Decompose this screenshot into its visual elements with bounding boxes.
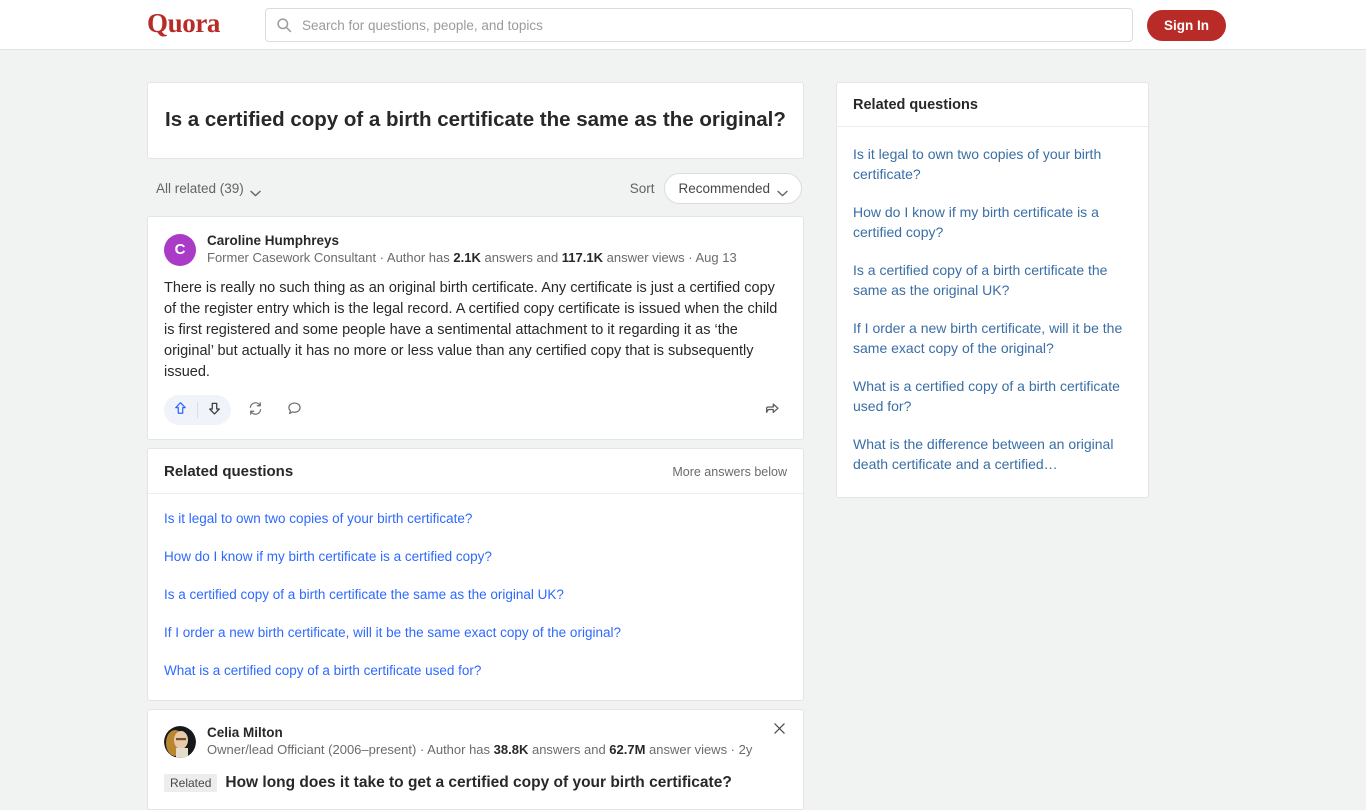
answer-action-bar — [164, 395, 787, 431]
author-credential: Former Casework Consultant · Author has … — [207, 250, 737, 265]
page-title: Is a certified copy of a birth certifica… — [165, 108, 786, 131]
sort-dropdown[interactable]: Recommended — [664, 173, 802, 204]
related-question-link[interactable]: Is it legal to own two copies of your bi… — [164, 500, 787, 538]
sort-group: Sort Recommended — [630, 173, 802, 204]
related-answer-question[interactable]: How long does it take to get a certified… — [225, 772, 731, 793]
sidebar-question-link[interactable]: What is a certified copy of a birth cert… — [853, 367, 1132, 425]
author-info: Celia Milton Owner/lead Officiant (2006–… — [207, 724, 752, 759]
downvote-button[interactable] — [198, 395, 231, 425]
sidebar-related-questions-card: Related questions Is it legal to own two… — [836, 82, 1149, 498]
chevron-down-icon — [250, 185, 261, 197]
related-question-link[interactable]: Is a certified copy of a birth certifica… — [164, 576, 787, 614]
search-icon — [276, 17, 292, 33]
comment-button[interactable] — [279, 395, 309, 425]
avatar[interactable]: C — [164, 233, 196, 266]
sidebar-question-link[interactable]: Is a certified copy of a birth certifica… — [853, 251, 1132, 309]
upvote-button[interactable] — [164, 395, 197, 425]
sidebar-question-link[interactable]: What is the difference between an origin… — [853, 425, 1132, 483]
avatar[interactable] — [164, 725, 196, 758]
sidebar-title: Related questions — [837, 83, 1148, 127]
search-input[interactable] — [300, 16, 1122, 34]
answer-text: There is really no such thing as an orig… — [164, 280, 778, 380]
question-card: Is a certified copy of a birth certifica… — [147, 82, 804, 159]
downvote-icon — [206, 400, 223, 420]
related-question-link[interactable]: What is a certified copy of a birth cert… — [164, 652, 787, 690]
search-bar[interactable] — [265, 8, 1133, 42]
upvote-icon — [172, 400, 189, 420]
answer-author[interactable]: C Caroline Humphreys Former Casework Con… — [164, 232, 787, 267]
sidebar-question-link[interactable]: Is it legal to own two copies of your bi… — [853, 135, 1132, 193]
all-related-filter[interactable]: All related (39) — [156, 181, 261, 197]
related-answer-author[interactable]: Celia Milton Owner/lead Officiant (2006–… — [164, 724, 787, 759]
share-button[interactable] — [757, 395, 787, 425]
vote-pill — [164, 395, 231, 425]
sidebar-question-link[interactable]: If I order a new birth certificate, will… — [853, 309, 1132, 367]
main-column: Is a certified copy of a birth certifica… — [147, 82, 804, 810]
sort-label: Sort — [629, 181, 655, 196]
page-body: Is a certified copy of a birth certifica… — [0, 50, 1366, 810]
comment-icon — [286, 400, 303, 420]
related-questions-title: Related questions — [164, 463, 294, 480]
author-name[interactable]: Celia Milton — [207, 724, 752, 741]
more-answers-below-label[interactable]: More answers below — [672, 465, 787, 479]
related-answer-card: Celia Milton Owner/lead Officiant (2006–… — [147, 709, 804, 810]
share-icon — [763, 400, 781, 421]
related-badge: Related — [164, 774, 218, 792]
sort-value: Recommended — [678, 181, 770, 196]
action-buttons-left — [164, 395, 309, 425]
quora-logo[interactable]: Quora — [147, 8, 220, 39]
related-answer-question-row: Related How long does it take to get a c… — [164, 772, 787, 793]
related-questions-card: Related questions More answers below Is … — [147, 448, 804, 701]
answer-card: C Caroline Humphreys Former Casework Con… — [147, 216, 804, 440]
related-question-link[interactable]: If I order a new birth certificate, will… — [164, 614, 787, 652]
related-questions-header: Related questions More answers below — [148, 449, 803, 494]
sidebar-question-link[interactable]: How do I know if my birth certificate is… — [853, 193, 1132, 251]
author-name[interactable]: Caroline Humphreys — [207, 232, 737, 249]
author-info: Caroline Humphreys Former Casework Consu… — [207, 232, 737, 267]
filter-row: All related (39) Sort Recommended — [147, 159, 804, 216]
related-question-link[interactable]: How do I know if my birth certificate is… — [164, 538, 787, 576]
related-questions-list: Is it legal to own two copies of your bi… — [148, 494, 803, 700]
repost-button[interactable] — [240, 395, 270, 425]
site-header: Quora Sign In — [0, 0, 1366, 50]
sign-in-button[interactable]: Sign In — [1147, 10, 1226, 41]
chevron-down-icon — [777, 185, 788, 197]
all-related-label: All related (39) — [156, 181, 244, 196]
author-credential: Owner/lead Officiant (2006–present) · Au… — [207, 742, 753, 757]
sidebar: Related questions Is it legal to own two… — [836, 82, 1149, 498]
repost-icon — [247, 400, 264, 420]
sidebar-list: Is it legal to own two copies of your bi… — [837, 127, 1148, 497]
